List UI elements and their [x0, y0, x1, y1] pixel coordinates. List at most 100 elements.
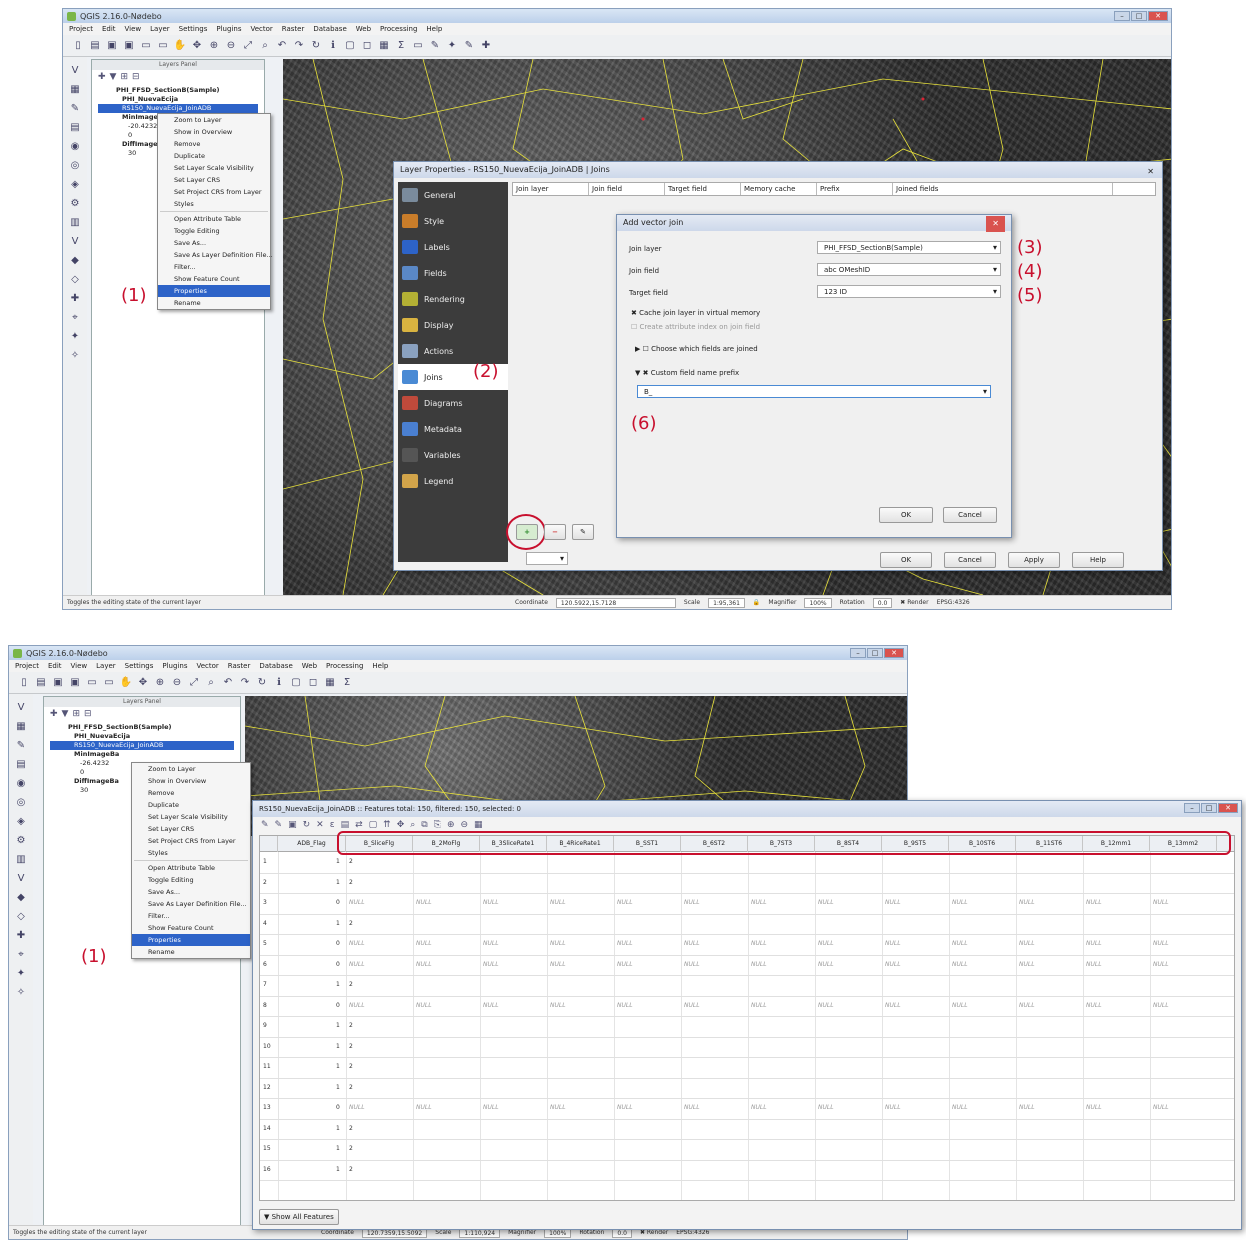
- table-cell[interactable]: NULL: [1019, 1104, 1035, 1111]
- menu-database[interactable]: Database: [259, 662, 292, 670]
- zoom-full-icon[interactable]: ⤢: [241, 39, 255, 53]
- paste-icon[interactable]: ⎘: [434, 820, 441, 830]
- join-col-header[interactable]: Joined fields: [893, 183, 1113, 195]
- copy-icon[interactable]: ⧉: [421, 820, 427, 830]
- sidebar-item-variables[interactable]: Variables: [398, 442, 508, 468]
- add-delimited-text-icon[interactable]: ✎: [68, 101, 82, 115]
- dialog-close-icon[interactable]: ✕: [986, 216, 1005, 232]
- reload-icon[interactable]: ↻: [303, 820, 311, 830]
- new-project-icon[interactable]: ▯: [17, 676, 31, 690]
- menu-save-as[interactable]: Save As...: [132, 886, 250, 898]
- add-vector-layer-icon[interactable]: V: [14, 700, 28, 714]
- menu-save-layer-definition[interactable]: Save As Layer Definition File...: [158, 249, 273, 261]
- menu-rename[interactable]: Rename: [132, 946, 250, 958]
- zoom-in-icon[interactable]: ⊕: [153, 676, 167, 690]
- menu-show-in-overview[interactable]: Show in Overview: [158, 126, 270, 138]
- menu-project[interactable]: Project: [15, 662, 39, 670]
- table-cell[interactable]: NULL: [550, 1002, 566, 1009]
- help-button[interactable]: Help: [1072, 552, 1124, 568]
- table-cell[interactable]: NULL: [1019, 961, 1035, 968]
- add-postgis-icon[interactable]: ◉: [68, 139, 82, 153]
- layer-item[interactable]: PHI_NuevaEcija: [50, 732, 234, 741]
- table-cell[interactable]: NULL: [1086, 1002, 1102, 1009]
- digitize-icon[interactable]: ✚: [68, 291, 82, 305]
- new-shapefile-icon[interactable]: V: [68, 234, 82, 248]
- deselect-icon[interactable]: ◻: [306, 676, 320, 690]
- table-row[interactable]: [260, 1139, 1234, 1140]
- attribute-table-icon[interactable]: ▦: [377, 39, 391, 53]
- minimize-button[interactable]: –: [1184, 803, 1200, 813]
- table-cell[interactable]: NULL: [617, 1104, 633, 1111]
- sidebar-item-fields[interactable]: Fields: [398, 260, 508, 286]
- table-cell[interactable]: NULL: [1153, 940, 1169, 947]
- menu-database[interactable]: Database: [313, 25, 346, 33]
- menu-show-in-overview[interactable]: Show in Overview: [132, 775, 250, 787]
- add-raster-layer-icon[interactable]: ▦: [68, 82, 82, 96]
- edit-icon[interactable]: ✎: [261, 820, 269, 830]
- table-cell[interactable]: NULL: [617, 1002, 633, 1009]
- choose-fields-group[interactable]: ▶ ☐ Choose which fields are joined: [635, 345, 758, 353]
- table-cell[interactable]: NULL: [885, 961, 901, 968]
- table-cell[interactable]: 1: [336, 1166, 340, 1173]
- new-gpx-icon[interactable]: ◇: [14, 909, 28, 923]
- join-col-header[interactable]: Join field: [589, 183, 665, 195]
- row-number[interactable]: 6: [263, 961, 267, 968]
- table-row[interactable]: [260, 1159, 1234, 1161]
- menu-raster[interactable]: Raster: [228, 662, 251, 670]
- row-number[interactable]: 16: [263, 1166, 271, 1173]
- ok-button[interactable]: OK: [880, 552, 932, 568]
- python-icon[interactable]: ✧: [68, 348, 82, 362]
- table-row[interactable]: [260, 975, 1234, 976]
- print-composer-icon[interactable]: ▭: [85, 676, 99, 690]
- table-cell[interactable]: NULL: [550, 1104, 566, 1111]
- maximize-button[interactable]: □: [1201, 803, 1217, 813]
- row-number[interactable]: 4: [263, 920, 267, 927]
- table-cell[interactable]: NULL: [416, 1002, 432, 1009]
- render-checkbox[interactable]: ✖ Render: [640, 1229, 668, 1236]
- table-cell[interactable]: NULL: [550, 899, 566, 906]
- table-cell[interactable]: NULL: [751, 1002, 767, 1009]
- style-dropdown[interactable]: [526, 552, 568, 565]
- attribute-table-icon[interactable]: ▦: [323, 676, 337, 690]
- print-composer-icon[interactable]: ▭: [139, 39, 153, 53]
- menu-zoom-to-layer[interactable]: Zoom to Layer: [158, 114, 270, 126]
- table-cell[interactable]: NULL: [885, 940, 901, 947]
- table-cell[interactable]: NULL: [1153, 961, 1169, 968]
- menu-styles[interactable]: Styles: [132, 847, 250, 859]
- menu-remove[interactable]: Remove: [158, 138, 270, 150]
- table-row[interactable]: [260, 934, 1234, 935]
- table-cell[interactable]: 2: [349, 879, 353, 886]
- table-cell[interactable]: NULL: [952, 1002, 968, 1009]
- table-cell[interactable]: NULL: [1153, 1002, 1169, 1009]
- table-cell[interactable]: NULL: [751, 961, 767, 968]
- zoom-last-icon[interactable]: ↶: [275, 39, 289, 53]
- menu-set-project-crs[interactable]: Set Project CRS from Layer: [132, 835, 250, 847]
- layer-item-selected[interactable]: RS150_NuevaEcija_JoinADB: [98, 104, 258, 113]
- cache-checkbox[interactable]: ✖ Cache join layer in virtual memory: [631, 309, 760, 317]
- join-col-header[interactable]: Prefix: [817, 183, 893, 195]
- column-header[interactable]: ADB_Flag: [278, 836, 346, 852]
- table-cell[interactable]: 1: [336, 858, 340, 865]
- table-cell[interactable]: NULL: [483, 1104, 499, 1111]
- refresh-icon[interactable]: ↻: [255, 676, 269, 690]
- pan-icon[interactable]: ✋: [119, 676, 133, 690]
- table-cell[interactable]: NULL: [483, 899, 499, 906]
- delete-field-icon[interactable]: ⊖: [460, 820, 468, 830]
- new-spatialite-icon[interactable]: ◆: [14, 890, 28, 904]
- table-cell[interactable]: NULL: [416, 961, 432, 968]
- table-cell[interactable]: NULL: [483, 940, 499, 947]
- dialog-close-icon[interactable]: ✕: [1147, 164, 1154, 180]
- save-as-icon[interactable]: ▣: [68, 676, 82, 690]
- join-field-select[interactable]: abc OMeshID: [817, 263, 1001, 276]
- table-cell[interactable]: 0: [336, 940, 340, 947]
- row-number[interactable]: 14: [263, 1125, 271, 1132]
- node-tool-icon[interactable]: ✚: [479, 39, 493, 53]
- sidebar-item-legend[interactable]: Legend: [398, 468, 508, 494]
- expand-icon[interactable]: ⊞: [72, 709, 80, 719]
- zoom-in-icon[interactable]: ⊕: [207, 39, 221, 53]
- table-cell[interactable]: NULL: [885, 1104, 901, 1111]
- menu-filter[interactable]: Filter...: [158, 261, 270, 273]
- sidebar-item-metadata[interactable]: Metadata: [398, 416, 508, 442]
- tips-icon[interactable]: ✦: [445, 39, 459, 53]
- close-button[interactable]: ✕: [1148, 11, 1168, 21]
